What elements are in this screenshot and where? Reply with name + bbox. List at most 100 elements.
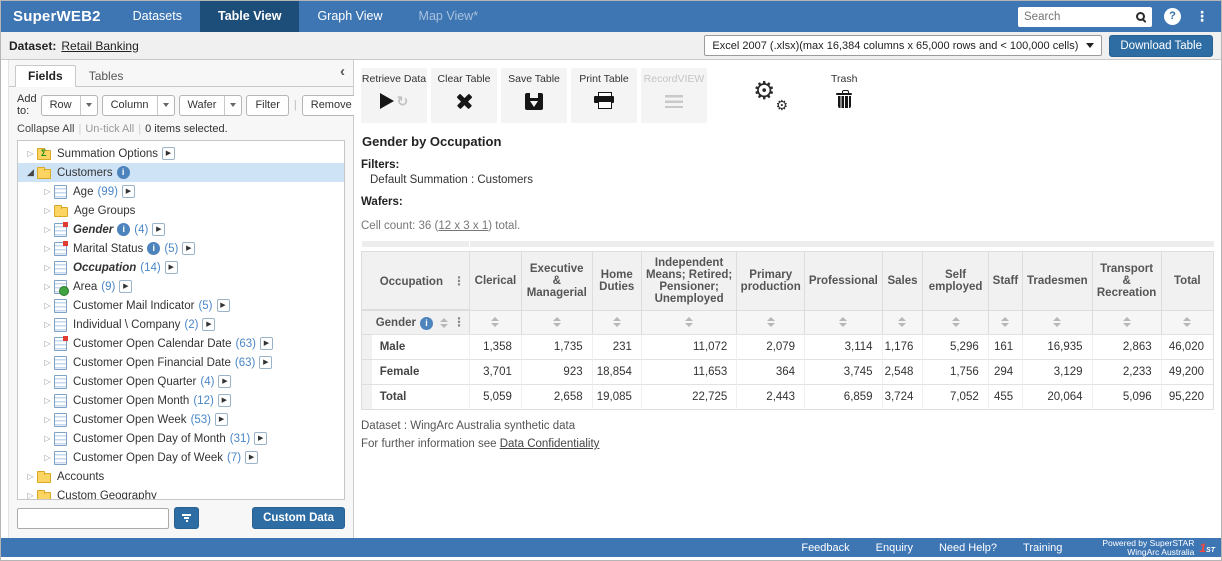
column-header-total[interactable]: Total (1161, 251, 1214, 310)
expand-arrow-icon[interactable]: ▷ (41, 320, 54, 329)
column-options-kebab-icon[interactable]: ⋮ (453, 274, 465, 288)
jump-to-values-icon[interactable]: ▶ (202, 318, 215, 331)
sort-cell-professional[interactable] (804, 310, 882, 334)
info-icon[interactable]: i (420, 317, 433, 330)
nav-tab-datasets[interactable]: Datasets (115, 1, 200, 32)
chevron-down-icon[interactable] (80, 96, 97, 115)
collapse-arrow-icon[interactable]: ◢ (24, 167, 37, 178)
download-table-button[interactable]: Download Table (1109, 35, 1213, 57)
nav-tab-graph-view[interactable]: Graph View (299, 1, 400, 32)
tree-item-age-groups[interactable]: ▷Age Groups (18, 201, 344, 220)
column-header-staff[interactable]: Staff (988, 251, 1022, 310)
expand-arrow-icon[interactable]: ▷ (41, 244, 54, 253)
tree-item-customer-open-calendar-date[interactable]: ▷Customer Open Calendar Date(63)▶ (18, 334, 344, 353)
expand-arrow-icon[interactable]: ▷ (41, 225, 54, 234)
column-header-self-employed[interactable]: Self employed (922, 251, 987, 310)
jump-to-values-icon[interactable]: ▶ (217, 299, 230, 312)
jump-to-values-icon[interactable]: ▶ (165, 261, 178, 274)
expand-arrow-icon[interactable]: ▷ (41, 339, 54, 348)
tree-item-summation-options[interactable]: ▷Summation Options▶ (18, 144, 344, 163)
sort-cell-sales[interactable] (882, 310, 923, 334)
export-format-select[interactable]: Excel 2007 (.xlsx)(max 16,384 columns x … (704, 35, 1102, 56)
sort-toggle-icon[interactable] (839, 317, 847, 327)
expand-arrow-icon[interactable]: ▷ (41, 434, 54, 443)
tree-item-customer-open-day-of-month[interactable]: ▷Customer Open Day of Month(31)▶ (18, 429, 344, 448)
sort-toggle-icon[interactable] (613, 317, 621, 327)
tree-item-customer-mail-indicator[interactable]: ▷Customer Mail Indicator(5)▶ (18, 296, 344, 315)
column-header-executive-managerial[interactable]: Executive & Managerial (521, 251, 592, 310)
tree-item-custom-geography[interactable]: ▷Custom Geography (18, 486, 344, 500)
jump-to-values-icon[interactable]: ▶ (218, 394, 231, 407)
sort-toggle-icon[interactable] (952, 317, 960, 327)
sort-toggle-icon[interactable] (767, 317, 775, 327)
jump-to-values-icon[interactable]: ▶ (152, 223, 165, 236)
search-icon[interactable] (1136, 12, 1145, 21)
expand-arrow-icon[interactable]: ▷ (41, 187, 54, 196)
expand-arrow-icon[interactable]: ▷ (41, 358, 54, 367)
jump-to-values-icon[interactable]: ▶ (254, 432, 267, 445)
jump-to-values-icon[interactable]: ▶ (119, 280, 132, 293)
tree-item-customer-open-quarter[interactable]: ▷Customer Open Quarter(4)▶ (18, 372, 344, 391)
add-to-column-button[interactable]: Column (102, 95, 175, 116)
tree-item-individual-company[interactable]: ▷Individual \ Company(2)▶ (18, 315, 344, 334)
clear-table-button[interactable]: Clear Table (431, 68, 497, 123)
add-to-filter-button[interactable]: Filter (246, 95, 288, 116)
tree-item-customers[interactable]: ◢Customersi (18, 163, 344, 182)
field-filter-input[interactable] (17, 508, 169, 529)
expand-arrow-icon[interactable]: ▷ (41, 301, 54, 310)
column-header-clerical[interactable]: Clerical (469, 251, 521, 310)
column-header-home-duties[interactable]: Home Duties (592, 251, 641, 310)
expand-arrow-icon[interactable]: ▷ (41, 263, 54, 272)
sort-cell-primary-production[interactable] (736, 310, 804, 334)
add-to-wafer-button[interactable]: Wafer (179, 95, 243, 116)
sort-toggle-icon[interactable] (1183, 317, 1191, 327)
tree-item-gender[interactable]: ▷Genderi(4)▶ (18, 220, 344, 239)
table-options-gears-button[interactable]: ⚙ ⚙ (753, 78, 789, 112)
row-options-kebab-icon[interactable]: ⋮ (453, 315, 465, 329)
trash-button[interactable]: Trash (831, 68, 857, 113)
sort-cell-transport-recreation[interactable] (1092, 310, 1161, 334)
expand-arrow-icon[interactable]: ▷ (24, 491, 37, 500)
footer-link-training[interactable]: Training (1023, 542, 1062, 554)
tree-item-customer-open-week[interactable]: ▷Customer Open Week(53)▶ (18, 410, 344, 429)
row-header-total[interactable]: Total (372, 384, 469, 410)
sort-toggle-icon[interactable] (1001, 317, 1009, 327)
sort-cell-total[interactable] (1161, 310, 1214, 334)
jump-to-values-icon[interactable]: ▶ (245, 451, 258, 464)
sort-toggle-icon[interactable] (898, 317, 906, 327)
sort-cell-independent-means-retired-pensioner-unemployed[interactable] (641, 310, 736, 334)
expand-arrow-icon[interactable]: ▷ (41, 415, 54, 424)
tree-item-age[interactable]: ▷Age(99)▶ (18, 182, 344, 201)
kebab-menu-icon[interactable]: ⋮ (1193, 8, 1211, 25)
print-table-button[interactable]: Print Table (571, 68, 637, 123)
jump-to-values-icon[interactable]: ▶ (162, 147, 175, 160)
footer-link-need-help[interactable]: Need Help? (939, 542, 997, 554)
column-header-independent-means-retired-pensioner-unemployed[interactable]: Independent Means; Retired; Pensioner; U… (641, 251, 736, 310)
row-header-female[interactable]: Female (372, 359, 469, 384)
nav-tab-table-view[interactable]: Table View (200, 1, 299, 32)
column-header-transport-recreation[interactable]: Transport & Recreation (1092, 251, 1161, 310)
column-header-professional[interactable]: Professional (804, 251, 882, 310)
column-header-sales[interactable]: Sales (882, 251, 923, 310)
jump-to-values-icon[interactable]: ▶ (182, 242, 195, 255)
tree-item-marital-status[interactable]: ▷Marital Statusi(5)▶ (18, 239, 344, 258)
help-icon[interactable]: ? (1164, 8, 1181, 25)
column-header-tradesmen[interactable]: Tradesmen (1022, 251, 1091, 310)
sort-cell-self-employed[interactable] (922, 310, 987, 334)
jump-to-values-icon[interactable]: ▶ (259, 356, 272, 369)
sort-toggle-icon[interactable] (491, 317, 499, 327)
collapse-all-link[interactable]: Collapse All (17, 123, 74, 135)
tree-item-customer-open-financial-date[interactable]: ▷Customer Open Financial Date(63)▶ (18, 353, 344, 372)
expand-arrow-icon[interactable]: ▷ (24, 149, 37, 158)
sort-cell-staff[interactable] (988, 310, 1022, 334)
footer-link-enquiry[interactable]: Enquiry (876, 542, 913, 554)
expand-arrow-icon[interactable]: ▷ (41, 377, 54, 386)
sort-cell-clerical[interactable] (469, 310, 521, 334)
sort-toggle-icon[interactable] (1053, 317, 1061, 327)
row-dimension-header[interactable]: Genderi⋮ (372, 310, 469, 334)
add-to-row-button[interactable]: Row (41, 95, 98, 116)
column-header-primary-production[interactable]: Primary production (736, 251, 804, 310)
sidebar-tab-fields[interactable]: Fields (15, 65, 76, 87)
expand-arrow-icon[interactable]: ▷ (24, 472, 37, 481)
footer-link-feedback[interactable]: Feedback (801, 542, 849, 554)
